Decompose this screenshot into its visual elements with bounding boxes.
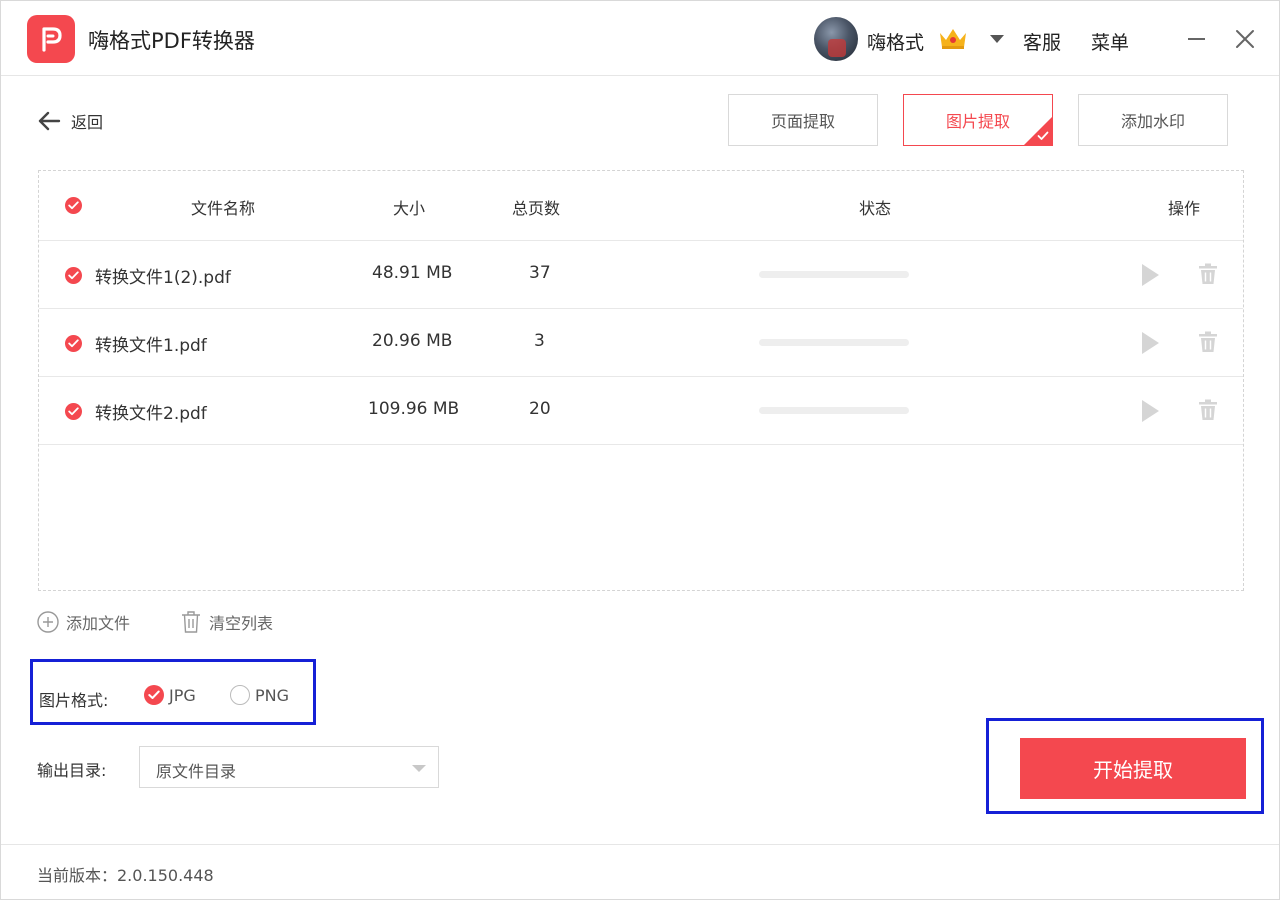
select-all-check-icon[interactable]	[65, 197, 82, 214]
output-dir-value: 原文件目录	[156, 762, 237, 781]
format-option-label: JPG	[169, 685, 196, 705]
file-name: 转换文件2.pdf	[95, 404, 207, 424]
trash-icon[interactable]	[1198, 263, 1218, 285]
file-name: 转换文件1.pdf	[95, 336, 207, 356]
plus-circle-icon	[37, 611, 59, 633]
app-logo-icon	[27, 15, 75, 63]
version-text: 当前版本：2.0.150.448	[37, 866, 214, 885]
format-radio-jpg[interactable]: JPG	[144, 685, 196, 705]
file-size: 20.96 MB	[372, 331, 453, 351]
row-check-icon[interactable]	[65, 335, 82, 352]
trash-icon[interactable]	[1198, 399, 1218, 421]
check-icon	[1037, 131, 1049, 140]
close-icon[interactable]	[1235, 29, 1255, 49]
row-check-icon[interactable]	[65, 403, 82, 420]
image-format-label: 图片格式:	[39, 691, 109, 710]
file-size: 48.91 MB	[372, 263, 453, 283]
file-size: 109.96 MB	[368, 399, 460, 419]
username[interactable]: 嗨格式	[867, 28, 924, 55]
clear-list-button[interactable]: 清空列表	[180, 610, 273, 634]
start-extract-button[interactable]: 开始提取	[1020, 738, 1246, 799]
customer-service-button[interactable]: 客服	[1023, 28, 1061, 55]
header-file-name: 文件名称	[191, 199, 256, 218]
start-button-highlight: 开始提取	[986, 718, 1264, 814]
image-format-group: 图片格式: JPG PNG	[30, 659, 316, 725]
progress-bar	[759, 271, 909, 278]
arrow-left-icon	[38, 111, 61, 131]
header-pages: 总页数	[512, 199, 561, 218]
user-avatar[interactable]	[814, 17, 858, 61]
tab-page-extract[interactable]: 页面提取	[728, 94, 878, 146]
table-header: 文件名称 大小 总页数 状态 操作	[39, 171, 1243, 241]
trash-icon[interactable]	[1198, 331, 1218, 353]
tab-label: 添加水印	[1120, 112, 1185, 131]
output-dir-label: 输出目录:	[37, 761, 107, 780]
add-file-button[interactable]: 添加文件	[37, 610, 130, 634]
tab-add-watermark[interactable]: 添加水印	[1078, 94, 1228, 146]
file-pages: 3	[534, 331, 545, 351]
tab-label: 页面提取	[770, 112, 835, 131]
tab-image-extract[interactable]: 图片提取	[903, 94, 1053, 146]
tab-label: 图片提取	[945, 112, 1010, 131]
play-icon[interactable]	[1142, 332, 1159, 354]
file-table: 文件名称 大小 总页数 状态 操作 转换文件1(2).pdf 48.91 MB …	[38, 170, 1244, 591]
file-name: 转换文件1(2).pdf	[95, 268, 231, 288]
header-size: 大小	[393, 199, 426, 218]
table-row: 转换文件1.pdf 20.96 MB 3	[39, 309, 1243, 377]
play-icon[interactable]	[1142, 400, 1159, 422]
app-window: 嗨格式PDF转换器 嗨格式 客服 菜单 返回 页面提取 图片提取 添加水印 文件…	[0, 0, 1280, 900]
output-dir-select[interactable]: 原文件目录	[139, 746, 439, 788]
minimize-icon[interactable]	[1188, 38, 1205, 40]
add-file-label: 添加文件	[66, 614, 131, 633]
menu-button[interactable]: 菜单	[1091, 28, 1129, 55]
back-button[interactable]: 返回	[37, 109, 103, 133]
row-check-icon[interactable]	[65, 267, 82, 284]
header-actions: 操作	[1168, 199, 1201, 218]
progress-bar	[759, 407, 909, 414]
progress-bar	[759, 339, 909, 346]
table-row: 转换文件1(2).pdf 48.91 MB 37	[39, 241, 1243, 309]
format-option-label: PNG	[255, 685, 290, 705]
back-label: 返回	[71, 113, 104, 132]
radio-checked-icon	[144, 685, 164, 705]
crown-icon	[940, 29, 966, 49]
title-bar: 嗨格式PDF转换器 嗨格式 客服 菜单	[1, 1, 1279, 76]
status-footer: 当前版本：2.0.150.448	[1, 844, 1279, 900]
clear-list-label: 清空列表	[209, 614, 274, 633]
app-title: 嗨格式PDF转换器	[88, 29, 255, 53]
chevron-down-icon	[412, 765, 426, 772]
file-pages: 37	[529, 263, 551, 283]
file-pages: 20	[529, 399, 551, 419]
chevron-down-icon[interactable]	[990, 35, 1004, 43]
trash-outline-icon	[182, 611, 200, 633]
format-radio-png[interactable]: PNG	[230, 685, 289, 705]
play-icon[interactable]	[1142, 264, 1159, 286]
header-status: 状态	[859, 199, 892, 218]
table-row: 转换文件2.pdf 109.96 MB 20	[39, 377, 1243, 445]
radio-unchecked-icon	[230, 685, 250, 705]
